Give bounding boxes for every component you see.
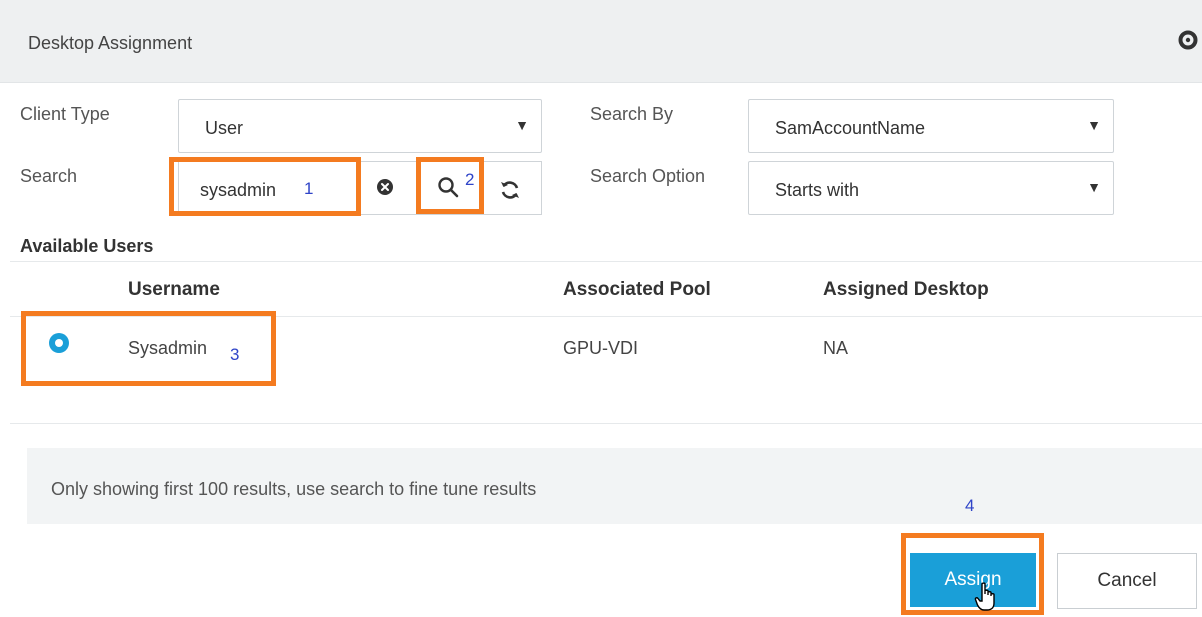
search-by-select[interactable]: SamAccountName ▼ <box>748 99 1114 153</box>
chevron-down-icon: ▼ <box>515 117 529 133</box>
annotation-step-4: 4 <box>965 496 975 515</box>
highlight-box-assign-button <box>901 533 1044 615</box>
gear-icon[interactable] <box>1178 30 1198 50</box>
client-type-label: Client Type <box>20 104 110 124</box>
search-by-label: Search By <box>590 104 674 124</box>
available-users-title: Available Users <box>20 236 154 256</box>
search-label: Search <box>20 166 78 186</box>
chevron-down-icon: ▼ <box>1087 117 1101 133</box>
cancel-button[interactable]: Cancel <box>1057 553 1197 609</box>
chevron-down-icon: ▼ <box>1087 179 1101 195</box>
results-note-bar: Only showing first 100 results, use sear… <box>27 448 1202 524</box>
dialog-title: Desktop Assignment <box>28 33 193 53</box>
highlight-box-search-input <box>169 157 361 216</box>
dialog-header: Desktop Assignment <box>0 0 1202 83</box>
highlight-box-user-row <box>21 311 276 386</box>
cell-associated-pool: GPU-VDI <box>563 338 639 358</box>
client-type-select[interactable]: User ▼ <box>178 99 542 153</box>
search-option-value: Starts with <box>775 180 860 200</box>
clear-circle-icon[interactable] <box>376 178 394 196</box>
search-option-label: Search Option <box>590 166 706 186</box>
hand-cursor-icon <box>974 582 1000 612</box>
results-note: Only showing first 100 results, use sear… <box>51 479 537 499</box>
cell-assigned-desktop: NA <box>823 338 849 358</box>
divider <box>10 261 1202 262</box>
search-option-select[interactable]: Starts with ▼ <box>748 161 1114 215</box>
column-header-assigned-desktop: Assigned Desktop <box>823 279 989 300</box>
client-type-value: User <box>205 118 244 138</box>
divider <box>10 423 1202 424</box>
column-header-username: Username <box>128 279 220 300</box>
highlight-box-search-button <box>416 157 484 214</box>
column-header-associated-pool: Associated Pool <box>563 279 711 300</box>
search-by-value: SamAccountName <box>775 118 926 138</box>
refresh-icon[interactable] <box>498 178 522 202</box>
